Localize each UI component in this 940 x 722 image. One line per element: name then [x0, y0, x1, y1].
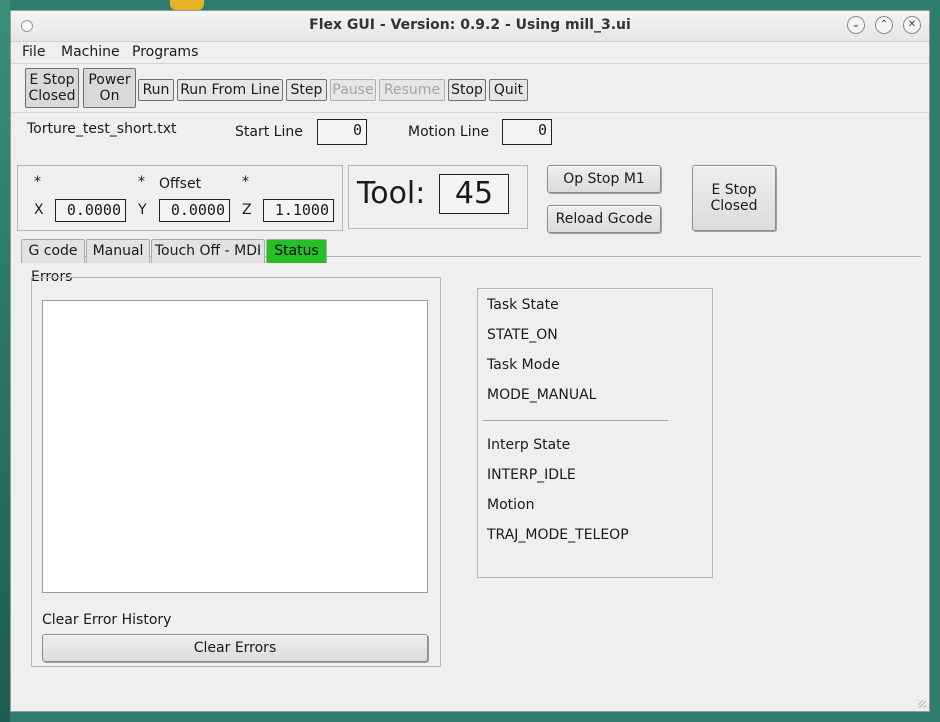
start-line-value: 0: [317, 119, 367, 145]
x-position-value: 0.0000: [55, 199, 126, 222]
minimize-icon[interactable]: ⌄: [847, 16, 865, 34]
motion-line-label: Motion Line: [408, 124, 490, 140]
run-from-line-button[interactable]: Run From Line: [177, 79, 283, 101]
z-axis-label: Z: [242, 202, 252, 218]
motion-value: TRAJ_MODE_TELEOP: [487, 527, 629, 543]
task-state-value: STATE_ON: [487, 327, 558, 343]
motion-label: Motion: [487, 497, 535, 513]
menu-bar: File Machine Programs: [11, 41, 929, 63]
y-homed-indicator: *: [138, 174, 145, 190]
clear-error-history-label: Clear Error History: [42, 612, 172, 628]
tab-gcode[interactable]: G code: [21, 239, 85, 263]
stop-button[interactable]: Stop: [448, 79, 486, 101]
estop-button[interactable]: E Stop Closed: [25, 68, 79, 108]
titlebar[interactable]: Flex GUI - Version: 0.9.2 - Using mill_3…: [11, 11, 929, 42]
start-line-label: Start Line: [235, 124, 303, 140]
desktop-icon: [170, 0, 204, 10]
status-panel: Task State STATE_ON Task Mode MODE_MANUA…: [477, 288, 713, 578]
tool-label: Tool:: [357, 176, 426, 211]
z-position-value: 1.1000: [263, 199, 334, 222]
maximize-icon[interactable]: ⌃: [875, 16, 893, 34]
interp-state-label: Interp State: [487, 437, 571, 453]
power-button[interactable]: Power On: [83, 68, 136, 108]
quit-button[interactable]: Quit: [489, 79, 528, 101]
resize-grip-icon[interactable]: [918, 700, 926, 708]
x-homed-indicator: *: [34, 174, 41, 190]
tab-status[interactable]: Status: [266, 239, 327, 263]
estop-button-line2: Closed: [28, 88, 76, 104]
step-button[interactable]: Step: [286, 79, 327, 101]
task-mode-label: Task Mode: [487, 357, 560, 373]
desktop-background: [0, 0, 10, 722]
offset-label: Offset: [159, 176, 202, 192]
op-stop-button[interactable]: Op Stop M1: [547, 165, 661, 193]
dro-panel: * * Offset * X 0.0000 Y 0.0000 Z 1.1000: [17, 165, 343, 231]
tab-touch-off-mdi[interactable]: Touch Off - MDI: [151, 239, 265, 263]
menu-programs[interactable]: Programs: [132, 44, 198, 60]
pause-button[interactable]: Pause: [330, 79, 376, 101]
power-button-line1: Power: [88, 71, 131, 88]
tab-manual[interactable]: Manual: [86, 239, 150, 263]
tool-panel: Tool: 45: [348, 165, 528, 229]
run-button[interactable]: Run: [138, 79, 174, 101]
x-axis-label: X: [34, 202, 44, 218]
y-position-value: 0.0000: [159, 199, 230, 222]
y-axis-label: Y: [138, 202, 147, 218]
estop-side-line2: Closed: [710, 198, 758, 214]
toolbar: E Stop Closed Power On Run Run From Line…: [11, 63, 929, 113]
clear-errors-button[interactable]: Clear Errors: [42, 634, 428, 662]
task-state-label: Task State: [487, 297, 559, 313]
loaded-filename: Torture_test_short.txt: [27, 121, 177, 137]
tool-number-value: 45: [439, 174, 509, 214]
close-icon[interactable]: ✕: [903, 16, 921, 34]
estop-button-line1: E Stop: [29, 71, 75, 88]
task-mode-value: MODE_MANUAL: [487, 387, 597, 403]
menu-machine[interactable]: Machine: [61, 44, 120, 60]
power-button-line2: On: [99, 88, 120, 104]
estop-side-line1: E Stop: [711, 181, 757, 198]
window-title: Flex GUI - Version: 0.9.2 - Using mill_3…: [309, 17, 631, 33]
menu-file[interactable]: File: [22, 44, 45, 60]
z-homed-indicator: *: [242, 174, 249, 190]
errors-text-area[interactable]: [42, 300, 428, 593]
status-divider: [483, 420, 668, 421]
main-window: Flex GUI - Version: 0.9.2 - Using mill_3…: [10, 10, 930, 712]
errors-group: Clear Error History Clear Errors: [31, 277, 441, 667]
estop-side-button[interactable]: E Stop Closed: [692, 165, 776, 231]
reload-gcode-button[interactable]: Reload Gcode: [547, 205, 661, 233]
interp-state-value: INTERP_IDLE: [487, 467, 576, 483]
resume-button[interactable]: Resume: [379, 79, 445, 101]
motion-line-value: 0: [502, 119, 552, 145]
